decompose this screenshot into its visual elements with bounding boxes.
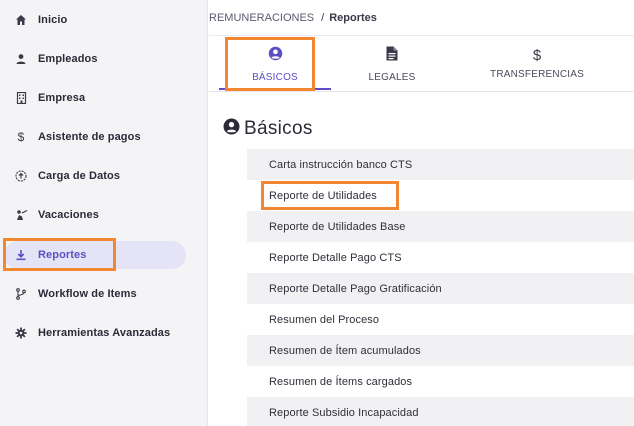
sidebar-item-empresa[interactable]: Empresa: [4, 84, 186, 112]
sidebar-item-inicio[interactable]: Inicio: [4, 6, 186, 34]
sidebar-item-label: Inicio: [38, 14, 68, 26]
dollar-icon: $: [532, 47, 542, 64]
sidebar-item-label: Vacaciones: [38, 209, 99, 221]
tab-label: BÁSICOS: [252, 71, 298, 83]
breadcrumb-parent[interactable]: REMUNERACIONES: [209, 12, 314, 24]
tab-legales[interactable]: LEGALES: [344, 36, 440, 92]
home-icon: [4, 14, 38, 26]
sidebar-item-label: Empresa: [38, 92, 86, 104]
breadcrumb-separator: /: [321, 11, 325, 24]
report-item[interactable]: Resumen del Proceso: [247, 304, 634, 335]
sidebar-item-reportes[interactable]: Reportes: [4, 241, 186, 269]
upload-circle-icon: [4, 170, 38, 182]
tab-transferencias[interactable]: $ TRANSFERENCIAS: [482, 36, 592, 92]
gear-icon: [4, 327, 38, 339]
document-icon: [386, 46, 398, 66]
report-item[interactable]: Resumen de Ítems cargados: [247, 366, 634, 397]
sidebar-item-herramientas-avanzadas[interactable]: Herramientas Avanzadas: [4, 319, 186, 347]
sidebar-item-label: Herramientas Avanzadas: [38, 327, 171, 339]
tab-label: TRANSFERENCIAS: [490, 69, 584, 80]
report-item[interactable]: Reporte de Utilidades: [247, 180, 634, 211]
sidebar: Inicio Empleados Empresa $ Asistente de …: [0, 0, 208, 426]
user-circle-icon: [268, 46, 283, 66]
building-icon: [4, 92, 38, 104]
sidebar-item-label: Carga de Datos: [38, 170, 121, 182]
report-item[interactable]: Resumen de Ítem acumulados: [247, 335, 634, 366]
report-item[interactable]: Reporte Detalle Pago Gratificación: [247, 273, 634, 304]
user-circle-icon: [223, 118, 240, 140]
person-icon: [4, 53, 38, 65]
main-content: REMUNERACIONES / Reportes BÁSICOS LEGALE…: [209, 0, 634, 426]
report-item[interactable]: Carta instrucción banco CTS: [247, 149, 634, 180]
active-tab-indicator: [219, 88, 331, 90]
sidebar-item-asistente-de-pagos[interactable]: $ Asistente de pagos: [4, 123, 186, 151]
breadcrumb: REMUNERACIONES / Reportes: [209, 0, 634, 35]
report-item[interactable]: Reporte de Utilidades Base: [247, 211, 634, 242]
sidebar-item-empleados[interactable]: Empleados: [4, 45, 186, 73]
beach-person-icon: [4, 209, 38, 221]
breadcrumb-current: Reportes: [329, 11, 377, 24]
report-tabs: BÁSICOS LEGALES $ TRANSFERENCIAS: [209, 36, 634, 92]
sidebar-item-vacaciones[interactable]: Vacaciones: [4, 201, 186, 229]
sidebar-item-label: Empleados: [38, 53, 98, 65]
sidebar-item-workflow-de-items[interactable]: Workflow de Items: [4, 280, 186, 308]
report-item[interactable]: Reporte Detalle Pago CTS: [247, 242, 634, 273]
branch-icon: [4, 288, 38, 300]
tab-basicos[interactable]: BÁSICOS: [227, 36, 323, 92]
download-icon: [4, 249, 38, 261]
report-item[interactable]: Reporte Subsidio Incapacidad: [247, 397, 634, 426]
sidebar-item-carga-de-datos[interactable]: Carga de Datos: [4, 162, 186, 190]
sidebar-item-label: Reportes: [38, 249, 87, 261]
section-title: Básicos: [223, 118, 313, 140]
sidebar-item-label: Asistente de pagos: [38, 131, 141, 143]
section-title-text: Básicos: [244, 118, 313, 139]
sidebar-item-label: Workflow de Items: [38, 288, 137, 300]
dollar-icon: $: [17, 130, 25, 144]
tab-label: LEGALES: [368, 71, 416, 83]
